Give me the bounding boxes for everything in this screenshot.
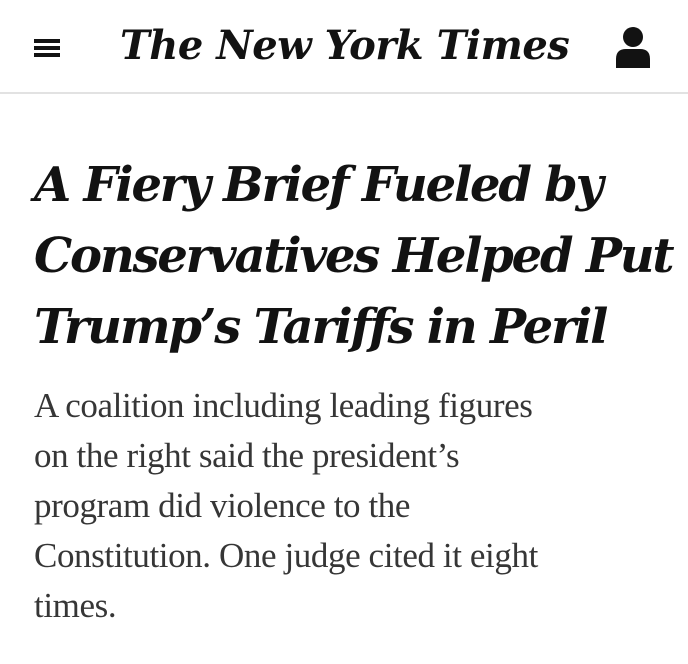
summary-line: times. (34, 586, 117, 625)
headline-line: Conservatives Helped Put (34, 228, 675, 284)
article-summary: A coalition including leading figures on… (34, 381, 674, 631)
headline-line: Trump’s Tariffs in Peril (34, 299, 608, 355)
headline-line: A Fiery Brief Fueled by (34, 157, 603, 213)
summary-line: A coalition including leading figures (34, 386, 533, 425)
article-headline[interactable]: A Fiery Brief Fueled by Conservatives He… (34, 150, 675, 363)
top-navigation-bar: The New York Times (0, 0, 688, 94)
person-silhouette-icon (616, 27, 650, 68)
summary-line: Constitution. One judge cited it eight (34, 536, 538, 575)
summary-line: program did violence to the (34, 486, 411, 525)
menu-bar-top (34, 39, 60, 43)
hamburger-menu-icon[interactable] (30, 35, 64, 61)
nyt-logo[interactable]: The New York Times (120, 16, 570, 76)
menu-bar-middle (34, 46, 60, 50)
summary-line: on the right said the president’s (34, 436, 460, 475)
menu-bar-bottom (34, 53, 60, 57)
user-account-icon[interactable] (612, 26, 654, 70)
